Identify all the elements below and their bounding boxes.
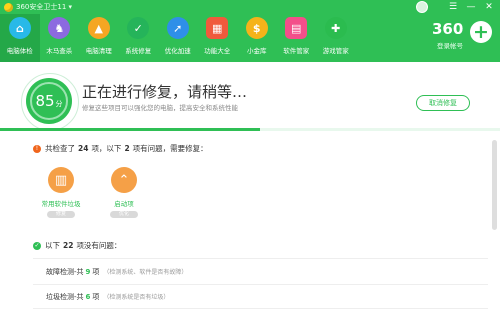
check-row-desc: （检测系统是否有垃圾） bbox=[103, 294, 170, 301]
ok-prefix: 以下 bbox=[45, 241, 60, 250]
app-window: 360安全卫士11 ▾ ☰ — ✕ ⌂ 电脑体检 ♞ 木马查杀 ▲ 电脑清理 ✓ 系统修复 ➚ 优… bbox=[0, 0, 500, 315]
nav-tab-1[interactable]: ♞ 木马查杀 bbox=[40, 14, 80, 62]
nav-tab-label: 游戏管家 bbox=[322, 47, 349, 55]
divider bbox=[33, 308, 488, 309]
status-title: 正在进行修复，请稍等… bbox=[82, 83, 248, 101]
header-bar: 360安全卫士11 ▾ ☰ — ✕ ⌂ 电脑体检 ♞ 木马查杀 ▲ 电脑清理 ✓ 系统修复 ➚ 优… bbox=[0, 0, 500, 62]
app-logo-icon bbox=[4, 3, 13, 12]
check-row-desc: （检测系统、软件是否有故障） bbox=[103, 269, 188, 276]
check-row-name: 垃圾检测-共 bbox=[46, 293, 84, 301]
login-link[interactable]: 登录帐号 bbox=[437, 40, 463, 50]
issues-middle: 项，以下 bbox=[91, 144, 122, 153]
fix-item-software-junk[interactable]: ▥ 常用软件垃圾 修复 bbox=[36, 167, 86, 218]
check-row-junk[interactable]: 垃圾检测-共 6 项（检测系统是否有垃圾） bbox=[46, 292, 169, 302]
minimize-button[interactable]: — bbox=[464, 1, 478, 13]
nav-tab-6[interactable]: $ 小金库 bbox=[237, 14, 277, 62]
nav-tab-3[interactable]: ✓ 系统修复 bbox=[119, 14, 159, 62]
app-title[interactable]: 360安全卫士11 ▾ bbox=[16, 2, 72, 12]
nav-tab-5[interactable]: ▦ 功能大全 bbox=[198, 14, 238, 62]
warning-icon: ! bbox=[33, 144, 41, 153]
add-button[interactable]: + bbox=[470, 21, 492, 43]
brand-logo: 360 bbox=[432, 20, 464, 38]
chevron-up-icon: ⌃ bbox=[111, 167, 137, 193]
issues-suffix: 项有问题，需要修复： bbox=[132, 144, 208, 153]
fix-item-label: 常用软件垃圾 bbox=[41, 200, 81, 208]
issues-prefix: 共检查了 bbox=[45, 144, 75, 153]
nav-tab-label: 小金库 bbox=[247, 47, 267, 55]
nav-tab-label: 功能大全 bbox=[204, 47, 231, 55]
horse-icon: ♞ bbox=[48, 17, 71, 39]
divider bbox=[33, 284, 488, 285]
fix-state-badge: 修复 bbox=[47, 211, 75, 218]
repair-status-panel: 85 分 正在进行修复，请稍等… 修复这些项目可以强化您的电脑，提高安全和系统性能… bbox=[0, 62, 500, 131]
check-row-count: 6 bbox=[85, 293, 91, 301]
nav-tab-label: 电脑清理 bbox=[85, 47, 112, 55]
window-controls: ☰ — ✕ bbox=[446, 1, 496, 13]
fix-item-label: 启动项 bbox=[114, 200, 134, 208]
nav-tab-label: 软件管家 bbox=[283, 47, 310, 55]
close-button[interactable]: ✕ bbox=[482, 1, 496, 13]
problem-count: 2 bbox=[124, 144, 130, 153]
cancel-repair-button[interactable]: 取消修复 bbox=[416, 95, 470, 111]
ok-suffix: 项没有问题： bbox=[76, 241, 122, 250]
check-row-fault[interactable]: 故障检测-共 9 项（检测系统、软件是否有故障） bbox=[46, 267, 187, 277]
score-value: 85 bbox=[35, 92, 55, 110]
nav-tab-label: 木马查杀 bbox=[46, 47, 73, 55]
rocket-icon: ➚ bbox=[166, 17, 189, 39]
check-icon: ✓ bbox=[33, 241, 41, 250]
fix-state-badge: 优化 bbox=[110, 211, 138, 218]
check-row-name: 故障检测-共 bbox=[46, 268, 84, 276]
gamepad-icon: ✚ bbox=[324, 17, 347, 39]
scrollbar[interactable] bbox=[492, 140, 497, 230]
trash-icon: ▥ bbox=[48, 167, 74, 193]
menu-button[interactable]: ☰ bbox=[446, 1, 460, 13]
shield-icon: ✓ bbox=[127, 17, 150, 39]
nav-tab-2[interactable]: ▲ 电脑清理 bbox=[79, 14, 119, 62]
nav-tab-8[interactable]: ✚ 游戏管家 bbox=[316, 14, 356, 62]
checked-count: 24 bbox=[78, 144, 89, 153]
check-row-unit: 项 bbox=[92, 268, 100, 276]
status-subtitle: 修复这些项目可以强化您的电脑，提高安全和系统性能 bbox=[82, 104, 238, 112]
pc-check-icon: ⌂ bbox=[8, 17, 31, 39]
divider bbox=[33, 258, 488, 259]
results-panel: ! 共检查了 24 项，以下 2 项有问题，需要修复： ▥ 常用软件垃圾 修复 … bbox=[0, 131, 490, 315]
coin-icon: $ bbox=[245, 17, 268, 39]
issues-header: ! 共检查了 24 项，以下 2 项有问题，需要修复： bbox=[33, 143, 208, 154]
ok-header: ✓ 以下 22 项没有问题： bbox=[33, 240, 121, 251]
score-inner: 85 分 bbox=[30, 82, 68, 120]
apps-icon: ▤ bbox=[285, 17, 308, 39]
score-unit: 分 bbox=[55, 99, 63, 108]
ok-count: 22 bbox=[63, 241, 74, 250]
main-nav: ⌂ 电脑体检 ♞ 木马查杀 ▲ 电脑清理 ✓ 系统修复 ➚ 优化加速 ▦ 功能大全 $ 小金库 ▤ 软件管家 ✚… bbox=[0, 14, 356, 62]
nav-tab-label: 系统修复 bbox=[125, 47, 152, 55]
fix-item-startup[interactable]: ⌃ 启动项 优化 bbox=[99, 167, 149, 218]
grid-icon: ▦ bbox=[206, 17, 229, 39]
avatar[interactable] bbox=[416, 1, 428, 13]
nav-tab-0[interactable]: ⌂ 电脑体检 bbox=[0, 14, 40, 62]
broom-icon: ▲ bbox=[87, 17, 110, 39]
nav-tab-7[interactable]: ▤ 软件管家 bbox=[277, 14, 317, 62]
check-row-unit: 项 bbox=[92, 293, 100, 301]
title-bar: 360安全卫士11 ▾ ☰ — ✕ bbox=[0, 0, 500, 14]
nav-tab-label: 优化加速 bbox=[164, 47, 191, 55]
check-row-count: 9 bbox=[85, 268, 91, 276]
nav-tab-4[interactable]: ➚ 优化加速 bbox=[158, 14, 198, 62]
nav-tab-label: 电脑体检 bbox=[6, 47, 33, 55]
score-badge: 85 分 bbox=[21, 73, 79, 131]
